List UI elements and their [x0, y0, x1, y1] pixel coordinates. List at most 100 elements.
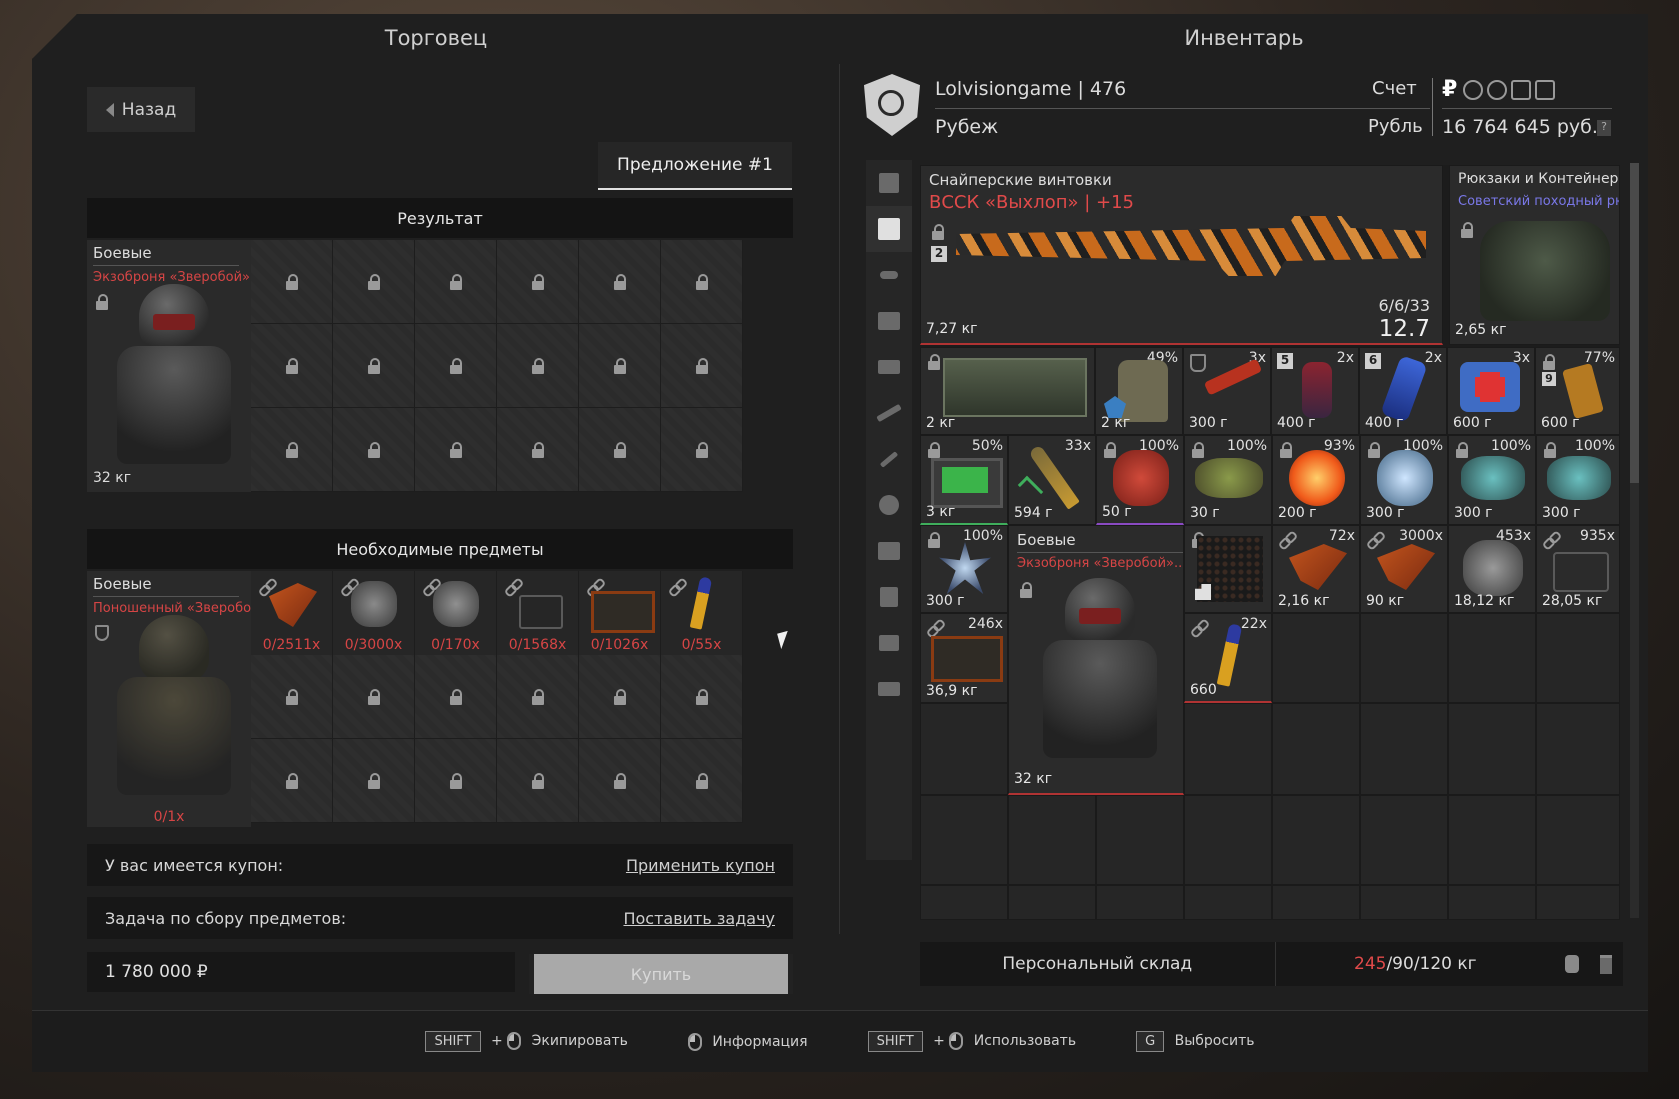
- bullet-item[interactable]: 33x 594 г: [1008, 435, 1096, 525]
- empty-slot[interactable]: [1360, 613, 1448, 703]
- empty-slot[interactable]: [1536, 613, 1620, 703]
- medkit-item[interactable]: 3x 600 г: [1447, 347, 1535, 435]
- coupon-icon[interactable]: [1535, 79, 1556, 100]
- link-filter-icon[interactable]: [866, 252, 912, 298]
- empty-slot[interactable]: [1272, 613, 1360, 703]
- account-separator: [1432, 78, 1433, 136]
- wires-item[interactable]: 935x 28,05 кг: [1536, 525, 1620, 613]
- flare-item[interactable]: 3x 300 г: [1183, 347, 1271, 435]
- ore-item[interactable]: 453x 18,12 кг: [1448, 525, 1536, 613]
- personal-storage-button[interactable]: Персональный склад: [920, 942, 1276, 986]
- inventory-scrollbar[interactable]: [1630, 163, 1639, 918]
- ticket-icon[interactable]: [1511, 79, 1532, 100]
- empty-slot[interactable]: [1184, 703, 1272, 795]
- back-button[interactable]: Назад: [87, 87, 195, 132]
- backpack-icon[interactable]: [1555, 955, 1589, 973]
- required-material[interactable]: 0/170x: [415, 571, 497, 655]
- empty-slot[interactable]: [1008, 795, 1096, 885]
- set-task-link[interactable]: Поставить задачу: [623, 909, 775, 928]
- tablet-item[interactable]: 246x 36,9 кг: [920, 613, 1008, 703]
- empty-slot[interactable]: [1008, 885, 1096, 920]
- mouse-right-icon: [949, 1032, 964, 1050]
- empty-slot[interactable]: [1272, 885, 1360, 920]
- armor-filter-icon[interactable]: [866, 298, 912, 344]
- empty-slot[interactable]: [1096, 885, 1184, 920]
- required-material[interactable]: 0/1026x: [579, 571, 661, 655]
- ruble-icon[interactable]: ₽: [1442, 77, 1457, 102]
- backpack-slot[interactable]: Рюкзаки и Контейнеры Советский походный …: [1449, 165, 1620, 345]
- artifact-spiky-item[interactable]: 100% 300 г: [920, 525, 1008, 613]
- drop-label: Выбросить: [1174, 1033, 1255, 1049]
- armor-inventory-item[interactable]: Боевые Экзоброня «Зверобой».. 32 кг: [1008, 525, 1184, 795]
- empty-slot[interactable]: [1184, 885, 1272, 920]
- artifact-crystal-item[interactable]: 100% 300 г: [1360, 435, 1448, 525]
- empty-slot[interactable]: [1360, 885, 1448, 920]
- mystery-item[interactable]: [1184, 525, 1272, 613]
- empty-slot[interactable]: [1360, 703, 1448, 795]
- scrollbar-thumb[interactable]: [1630, 163, 1639, 483]
- container-filter-icon[interactable]: [866, 666, 912, 712]
- empty-slot[interactable]: [920, 703, 1008, 795]
- blueprint-filter-icon[interactable]: [866, 620, 912, 666]
- shift-key: SHIFT: [425, 1031, 481, 1052]
- ore-image: [1463, 540, 1523, 596]
- artifact-teal-item[interactable]: 100% 300 г: [1448, 435, 1536, 525]
- empty-slot[interactable]: [1536, 885, 1620, 920]
- scales-item-2[interactable]: 3000x 90 кг: [1360, 525, 1448, 613]
- empty-slot[interactable]: [1272, 703, 1360, 795]
- blue-grenade-item[interactable]: 6 2x 400 г: [1359, 347, 1447, 435]
- knife-filter-icon[interactable]: [866, 436, 912, 482]
- artifact-teal-item-2[interactable]: 100% 300 г: [1536, 435, 1620, 525]
- empty-slot[interactable]: [1360, 795, 1448, 885]
- empty-slot[interactable]: [1448, 795, 1536, 885]
- detector-item[interactable]: 50% 3 кг: [920, 435, 1008, 525]
- empty-slot[interactable]: [1536, 703, 1620, 795]
- artifact-moss-item[interactable]: 100% 30 г: [1184, 435, 1272, 525]
- empty-slot[interactable]: [1272, 795, 1360, 885]
- buy-button[interactable]: Купить: [529, 954, 793, 994]
- currency-tabs[interactable]: ₽: [1442, 77, 1559, 102]
- cartridge-item[interactable]: 22x 660: [1184, 613, 1272, 703]
- empty-slot[interactable]: [1184, 795, 1272, 885]
- required-count: 0/170x: [431, 637, 480, 653]
- ammo-filter-icon[interactable]: [866, 574, 912, 620]
- empty-slot[interactable]: [920, 885, 1008, 920]
- locked-slot: [579, 655, 661, 739]
- artifact-filter-icon[interactable]: [866, 482, 912, 528]
- tab-offer-1[interactable]: Предложение #1: [598, 142, 792, 190]
- help-icon[interactable]: ?: [1597, 120, 1611, 136]
- grenade-item[interactable]: 5 2x 400 г: [1271, 347, 1359, 435]
- required-material[interactable]: 0/55x: [661, 571, 743, 655]
- ammo-crate-item[interactable]: 2 кг: [920, 347, 1095, 435]
- artifact-red-item[interactable]: 100% 50 г: [1096, 435, 1184, 525]
- grid-view-icon[interactable]: [866, 206, 912, 252]
- item-weight: 3 кг: [926, 504, 956, 520]
- empty-slot[interactable]: [1448, 703, 1536, 795]
- empty-slot[interactable]: [1448, 885, 1536, 920]
- required-material[interactable]: 0/1568x: [497, 571, 579, 655]
- tool-item[interactable]: 9 77% 600 г: [1535, 347, 1620, 435]
- token-icon[interactable]: [1487, 79, 1508, 100]
- medkit-filter-icon[interactable]: [866, 528, 912, 574]
- empty-slot[interactable]: [1536, 795, 1620, 885]
- locked-slot: [497, 324, 579, 408]
- required-material[interactable]: 0/3000x: [333, 571, 415, 655]
- trash-icon[interactable]: [1589, 954, 1623, 974]
- artifact-fire-item[interactable]: 93% 200 г: [1272, 435, 1360, 525]
- chain-icon: [505, 579, 521, 595]
- vest-filter-icon[interactable]: [866, 344, 912, 390]
- sort-icon[interactable]: [866, 160, 912, 206]
- empty-slot[interactable]: [1448, 613, 1536, 703]
- locked-slot: [415, 655, 497, 739]
- gear-coin-icon[interactable]: [1463, 79, 1484, 100]
- required-material[interactable]: 0/2511x: [251, 571, 333, 655]
- weapon-slot[interactable]: Снайперские винтовки ВССК «Выхлоп» | +15…: [920, 165, 1443, 345]
- rifle-filter-icon[interactable]: [866, 390, 912, 436]
- empty-slot[interactable]: [1096, 795, 1184, 885]
- required-item[interactable]: Боевые Поношенный «Зверобо.. 0/1x: [87, 571, 251, 827]
- result-item[interactable]: Боевые Экзоброня «Зверобой» 32 кг: [87, 240, 251, 492]
- empty-slot[interactable]: [920, 795, 1008, 885]
- apply-coupon-link[interactable]: Применить купон: [626, 856, 775, 875]
- scales-item[interactable]: 72x 2,16 кг: [1272, 525, 1360, 613]
- armor-plate-item[interactable]: 49% 2 кг: [1095, 347, 1183, 435]
